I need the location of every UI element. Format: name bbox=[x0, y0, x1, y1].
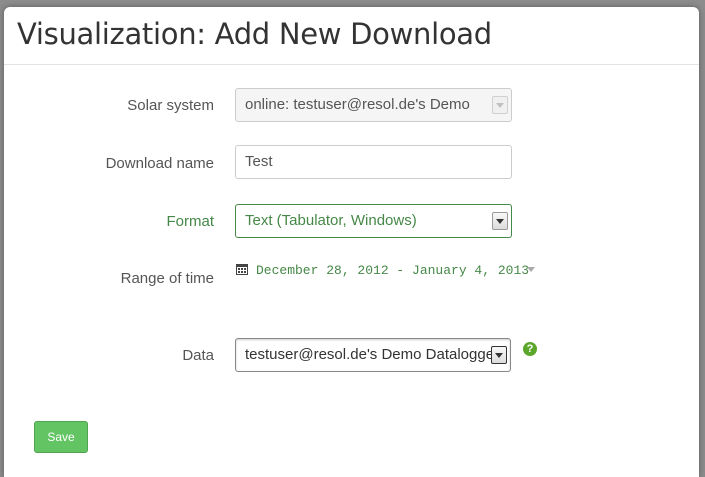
calendar-icon bbox=[236, 264, 248, 275]
add-download-modal: Visualization: Add New Download Solar sy… bbox=[4, 7, 699, 477]
solar-system-value: online: testuser@resol.de's Demo bbox=[245, 96, 470, 113]
caret-down-icon[interactable] bbox=[527, 267, 535, 272]
range-of-time-label: Range of time bbox=[120, 270, 214, 287]
download-name-label: Download name bbox=[105, 155, 214, 172]
chevron-down-icon bbox=[492, 96, 508, 114]
help-icon[interactable]: ? bbox=[523, 342, 537, 356]
download-name-input[interactable]: Test bbox=[235, 145, 512, 179]
modal-title: Visualization: Add New Download bbox=[17, 17, 492, 51]
data-select[interactable]: testuser@resol.de's Demo Datalogger bbox=[235, 338, 511, 372]
format-select[interactable]: Text (Tabulator, Windows) bbox=[235, 204, 512, 238]
solar-system-label: Solar system bbox=[127, 97, 214, 114]
format-label: Format bbox=[166, 213, 214, 230]
modal-header: Visualization: Add New Download bbox=[4, 7, 699, 65]
date-range-picker[interactable]: December 28, 2012 - January 4, 2013 bbox=[236, 263, 529, 278]
data-value: testuser@resol.de's Demo Datalogger bbox=[245, 346, 500, 363]
date-range-value: December 28, 2012 - January 4, 2013 bbox=[256, 263, 530, 278]
format-value: Text (Tabulator, Windows) bbox=[245, 212, 417, 229]
chevron-down-icon[interactable] bbox=[492, 212, 508, 230]
download-name-value: Test bbox=[245, 153, 273, 170]
solar-system-select: online: testuser@resol.de's Demo bbox=[235, 88, 512, 122]
save-button[interactable]: Save bbox=[34, 421, 88, 453]
data-label: Data bbox=[182, 347, 214, 364]
chevron-down-icon[interactable] bbox=[491, 346, 507, 364]
